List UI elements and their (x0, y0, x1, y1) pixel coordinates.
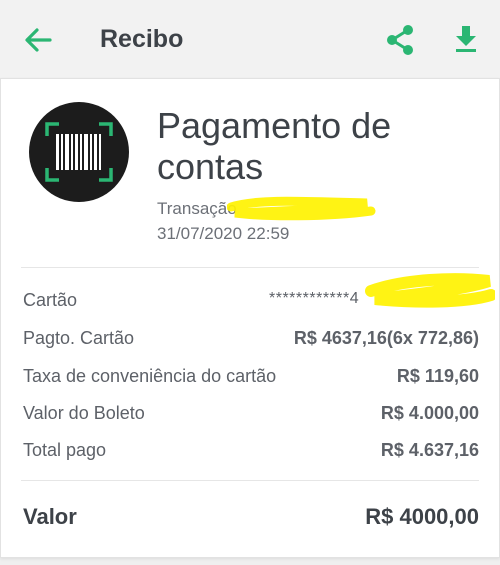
app-bar: Recibo (0, 0, 500, 80)
summary-value: R$ 4000,00 (365, 504, 479, 529)
detail-value: R$ 4.637,16 (380, 440, 479, 460)
detail-label: Cartão (23, 290, 78, 310)
redaction-mark (365, 273, 495, 308)
download-icon (456, 26, 476, 52)
detail-value: R$ 4637,16(6x 772,86) (293, 328, 479, 348)
detail-row-bill-amount: Valor do Boleto R$ 4.000,00 (23, 403, 479, 431)
summary-row: Valor R$ 4000,00 (23, 504, 479, 538)
back-button[interactable] (22, 26, 54, 54)
summary-label: Valor (23, 504, 77, 529)
receipt-heading: Pagamento de contas (157, 105, 392, 187)
detail-value: R$ 119,60 (396, 366, 479, 386)
bill-payment-logo (29, 102, 129, 202)
detail-row-card-payment: Pagto. Cartão R$ 4637,16(6x 772,86) (23, 328, 479, 356)
page-title: Recibo (100, 25, 184, 53)
transaction-date: 31/07/2020 22:59 (157, 224, 290, 243)
divider (21, 480, 479, 481)
detail-label: Valor do Boleto (23, 403, 145, 423)
detail-value: R$ 4.000,00 (380, 403, 479, 423)
download-button[interactable] (453, 24, 479, 54)
detail-row-total-paid: Total pago R$ 4.637,16 (23, 440, 479, 468)
detail-row-fee: Taxa de conveniência do cartão R$ 119,60 (23, 366, 479, 394)
barcode-icon (45, 122, 113, 182)
card-number: ************4 (269, 290, 360, 307)
share-icon (387, 25, 413, 55)
redaction-mark (227, 196, 376, 221)
receipt-card: Pagamento de contas Transação 31/07/2020… (0, 78, 500, 558)
detail-label: Total pago (23, 440, 107, 460)
detail-label: Taxa de conveniência do cartão (23, 366, 277, 386)
share-button[interactable] (383, 24, 417, 56)
divider (21, 267, 479, 268)
detail-label: Pagto. Cartão (23, 328, 135, 348)
transaction-label: Transação (157, 199, 237, 218)
arrow-left-icon (25, 28, 52, 52)
